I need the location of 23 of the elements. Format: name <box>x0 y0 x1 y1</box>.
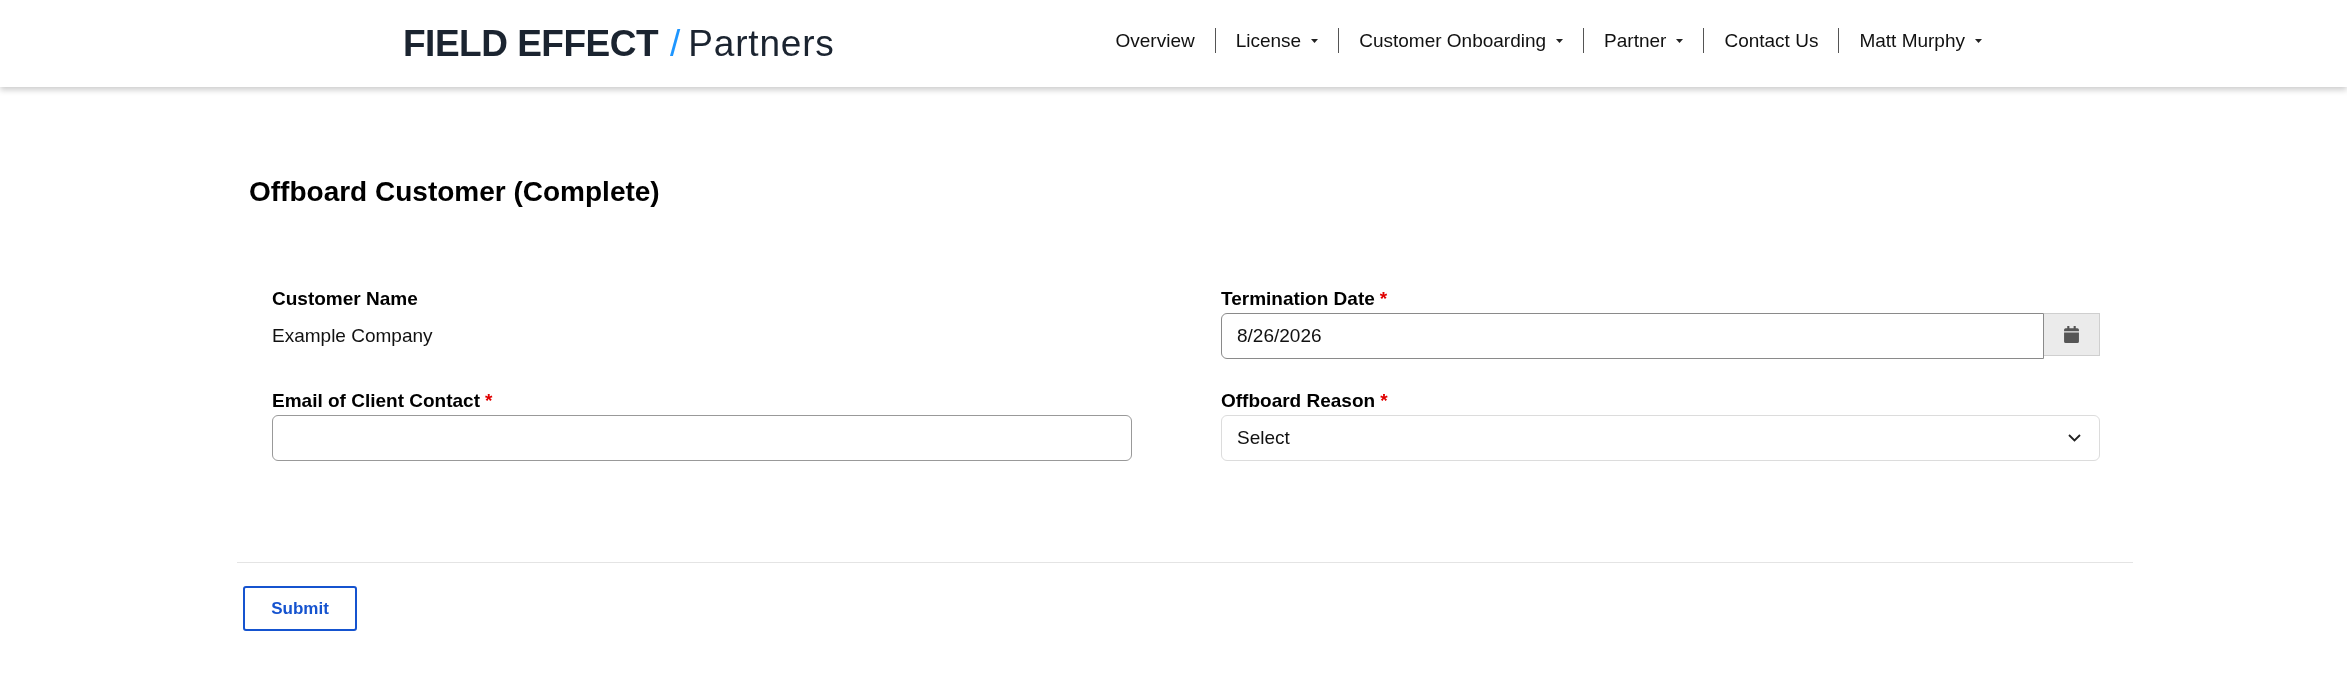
date-field[interactable]: 8/26/2026 <box>1221 313 2044 359</box>
field-label: Email of Client Contact <box>272 390 480 412</box>
nav-link[interactable]: Customer Onboarding <box>1339 28 1584 53</box>
required-asterisk: * <box>1380 390 1388 412</box>
calendar-button[interactable] <box>2044 313 2100 356</box>
chevron-down-icon <box>2068 434 2081 442</box>
field-value: Example Company <box>272 324 434 348</box>
required-asterisk: * <box>1379 288 1388 310</box>
email-field[interactable] <box>272 415 1132 461</box>
field-label: Termination Date <box>1221 288 1375 310</box>
site-logo[interactable]: FIELD EFFECT / Partners <box>403 21 835 66</box>
submit-button[interactable]: Submit <box>243 586 357 631</box>
calendar-icon <box>2064 326 2079 343</box>
nav-link[interactable]: Matt Murphy <box>1839 28 2002 53</box>
nav-link[interactable]: Partner <box>1584 28 1704 53</box>
select-field[interactable]: Select <box>1221 415 2100 461</box>
nav-link[interactable]: Contact Us <box>1704 28 1839 53</box>
page-title: Offboard Customer (Complete) <box>249 175 661 209</box>
field-label: Offboard Reason <box>1221 390 1376 412</box>
nav-link[interactable]: License <box>1215 28 1339 53</box>
nav-link[interactable]: Overview <box>1095 28 1215 53</box>
field-label: Customer Name <box>272 288 418 310</box>
required-asterisk: * <box>484 390 493 412</box>
